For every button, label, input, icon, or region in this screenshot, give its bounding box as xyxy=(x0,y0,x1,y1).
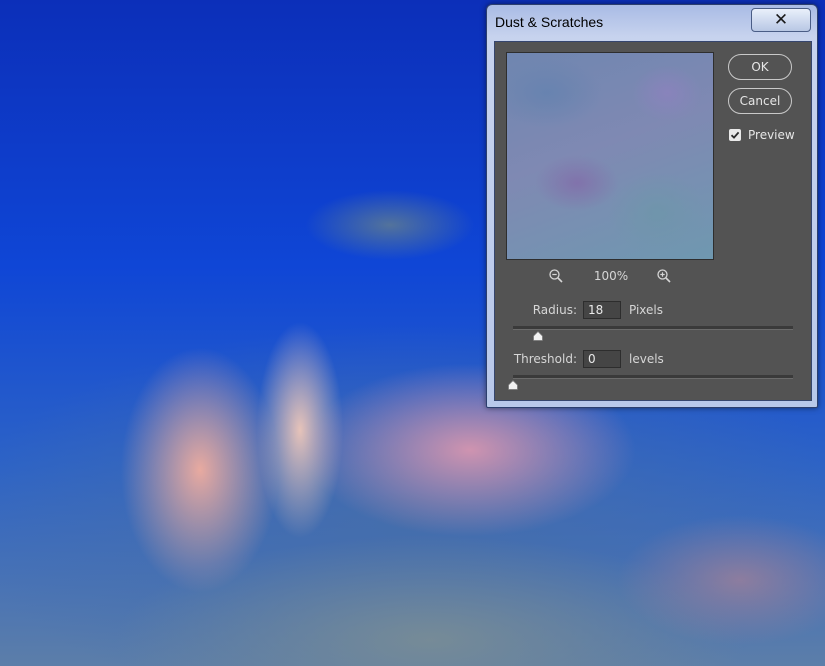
radius-unit-label: Pixels xyxy=(629,303,664,317)
dialog-title: Dust & Scratches xyxy=(495,14,604,30)
zoom-in-icon[interactable] xyxy=(656,268,672,284)
threshold-slider-thumb[interactable] xyxy=(508,379,518,390)
radius-input[interactable] xyxy=(583,301,621,319)
preview-checkbox[interactable] xyxy=(729,129,741,141)
threshold-slider-track[interactable] xyxy=(513,375,793,379)
preview-label: Preview xyxy=(748,128,795,142)
dialog-content: 100% OK Cancel Preview Radius: Pixels xyxy=(494,41,812,401)
threshold-unit-label: levels xyxy=(629,352,664,366)
ok-button[interactable]: OK xyxy=(728,54,792,80)
radius-slider-track[interactable] xyxy=(513,326,793,330)
zoom-out-icon[interactable] xyxy=(548,268,564,284)
dust-and-scratches-dialog: Dust & Scratches ✕ 100% OK Cancel Previe… xyxy=(486,4,818,408)
threshold-input[interactable] xyxy=(583,350,621,368)
cancel-button-label: Cancel xyxy=(739,94,781,108)
threshold-label: Threshold: xyxy=(513,352,577,366)
zoom-level-text: 100% xyxy=(593,269,629,283)
filter-preview-pane[interactable] xyxy=(506,52,714,260)
ok-button-label: OK xyxy=(751,60,769,74)
checkmark-icon xyxy=(730,131,740,139)
radius-slider-thumb[interactable] xyxy=(533,330,544,341)
radius-label: Radius: xyxy=(532,303,577,317)
cancel-button[interactable]: Cancel xyxy=(728,88,792,114)
close-button[interactable]: ✕ xyxy=(751,8,811,32)
close-icon: ✕ xyxy=(773,10,789,30)
dialog-titlebar[interactable]: Dust & Scratches ✕ xyxy=(487,5,817,41)
